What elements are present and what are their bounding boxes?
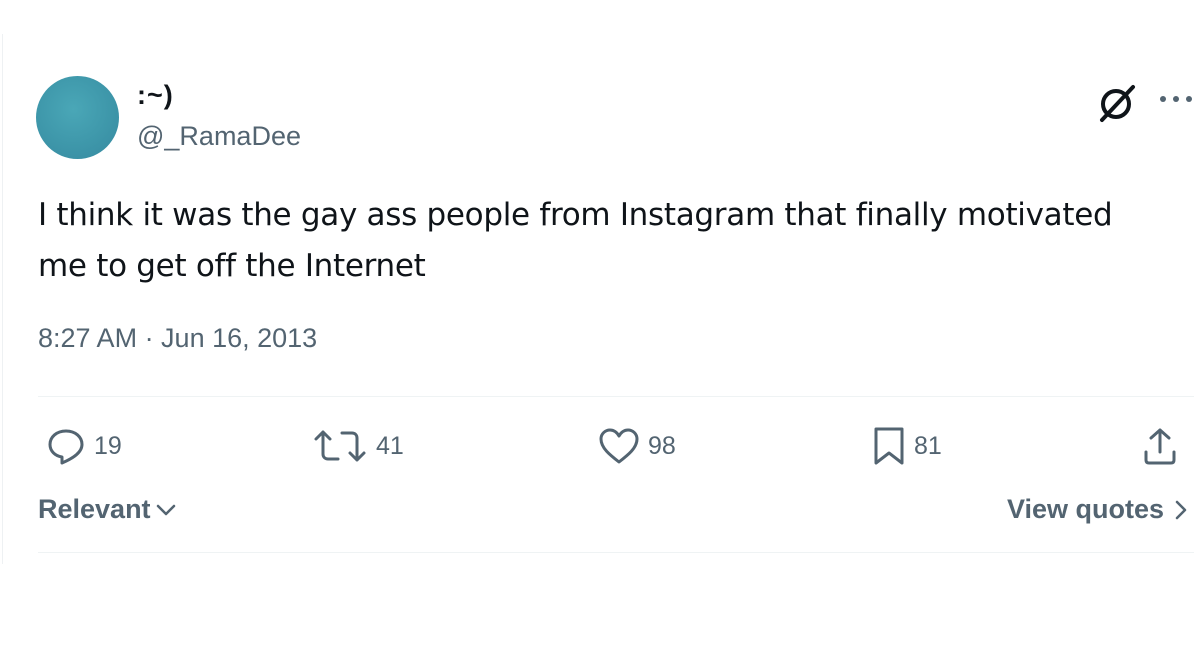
display-name[interactable]: :~) [137,80,174,111]
like-count: 98 [648,431,676,460]
reply-icon [48,429,84,465]
divider-top [38,396,1194,397]
view-quotes-label: View quotes [1006,494,1164,524]
user-handle[interactable]: @_RamaDee [137,121,301,152]
grok-icon[interactable] [1096,82,1138,124]
retweet-icon [314,430,366,462]
divider-bottom [38,552,1194,553]
more-icon[interactable] [1158,94,1194,104]
share-button[interactable] [1142,424,1178,468]
bookmark-count: 81 [914,431,942,460]
bookmark-icon [874,427,904,465]
like-button[interactable]: 98 [598,424,676,468]
chevron-right-icon [1175,500,1187,519]
tweet-card [2,34,1199,564]
chevron-down-icon [156,504,175,515]
sort-label: Relevant [38,494,151,524]
tweet-timestamp[interactable]: 8:27 AM · Jun 16, 2013 [38,323,317,354]
reply-button[interactable]: 19 [46,424,122,468]
avatar[interactable] [36,76,119,159]
tweet-text: I think it was the gay ass people from I… [38,190,1168,292]
tweet-text-line-2: me to get off the Internet [38,248,426,284]
retweet-button[interactable]: 41 [312,424,404,468]
bookmark-button[interactable]: 81 [872,424,942,468]
retweet-count: 41 [376,431,404,460]
view-quotes-link[interactable]: View quotes [1007,494,1188,525]
reply-count: 19 [94,431,122,460]
share-icon [1144,428,1176,465]
tweet-text-line-1: I think it was the gay ass people from I… [38,197,1113,233]
sort-dropdown[interactable]: Relevant [38,494,177,525]
like-icon [599,428,639,464]
